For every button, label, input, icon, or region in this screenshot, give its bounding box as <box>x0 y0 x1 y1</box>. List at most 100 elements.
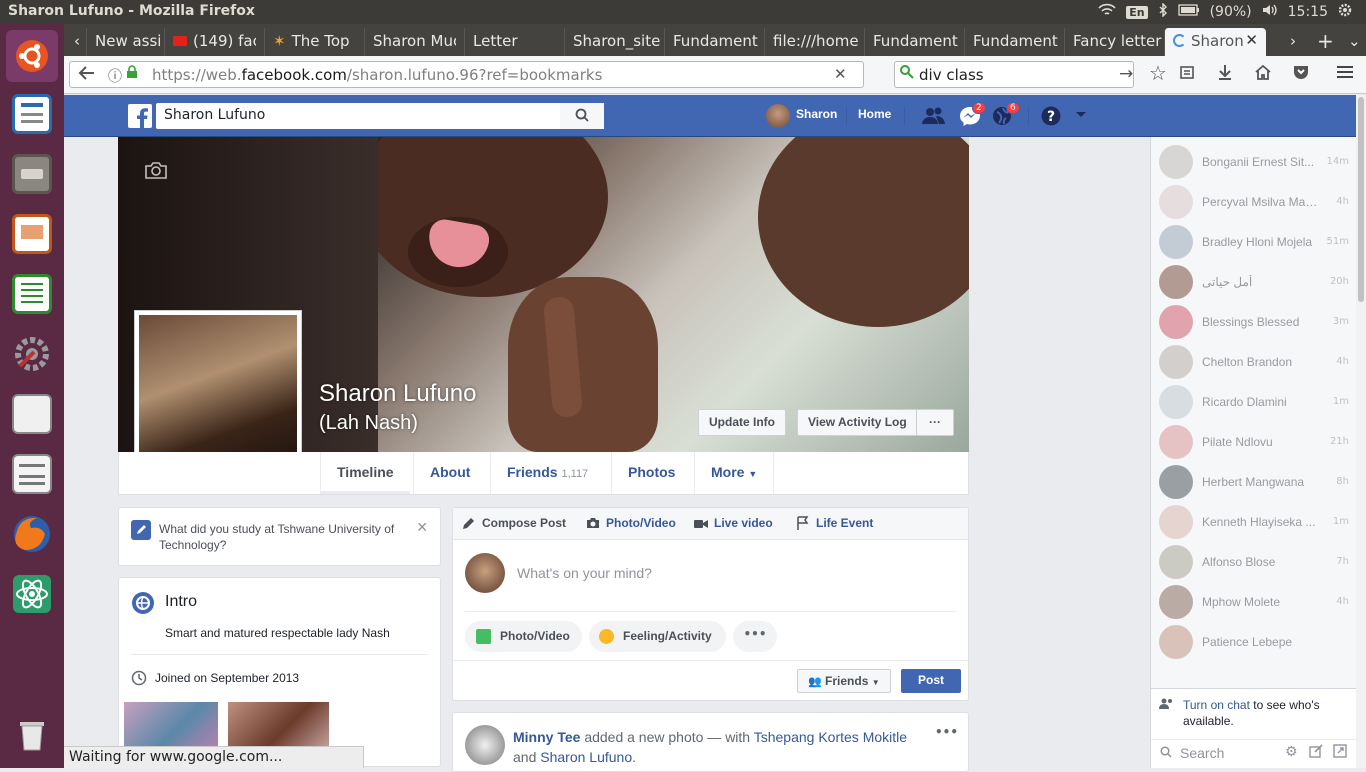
facebook-search-button[interactable] <box>560 103 604 129</box>
chat-contact[interactable]: Kenneth Hlayiseka ... 1m <box>1159 503 1349 543</box>
search-engine-icon[interactable] <box>899 64 915 85</box>
tab-more[interactable]: More ▼ <box>694 452 775 494</box>
volume-icon[interactable] <box>1262 3 1278 21</box>
pocket-icon[interactable] <box>1292 64 1310 85</box>
system-settings-icon[interactable] <box>6 328 58 380</box>
url-bar[interactable]: https://web.facebook.com/sharon.lufuno.9… <box>69 61 864 88</box>
friend-requests-icon[interactable] <box>922 107 946 128</box>
settings-gear-icon[interactable] <box>1338 3 1352 21</box>
status-input[interactable]: What's on your mind? <box>517 565 652 581</box>
text-editor-icon[interactable] <box>6 448 58 500</box>
padlock-icon[interactable] <box>126 64 138 84</box>
tab[interactable]: (149) fac <box>164 28 256 56</box>
wifi-icon[interactable] <box>1098 3 1116 21</box>
close-tab-icon[interactable]: ✕ <box>1245 31 1258 49</box>
chat-contact[interactable]: Pilate Ndlovu 21h <box>1159 423 1349 463</box>
bluetooth-icon[interactable] <box>1158 2 1168 21</box>
composer-more-button[interactable]: ••• <box>733 621 777 652</box>
more-options-button[interactable]: ··· <box>916 409 954 436</box>
scroll-tabs-right-icon[interactable]: › <box>1282 28 1302 56</box>
chat-contact[interactable]: Alfonso Blose 7h <box>1159 543 1349 583</box>
chat-contact[interactable]: Blessings Blessed 3m <box>1159 303 1349 343</box>
tab[interactable]: New assi <box>86 28 162 56</box>
battery-icon[interactable] <box>1177 4 1200 20</box>
tab-photos[interactable]: Photos <box>611 452 691 494</box>
facebook-search-input[interactable]: Sharon Lufuno <box>156 103 604 129</box>
bookmark-star-icon[interactable]: ☆ <box>1149 61 1167 85</box>
tab-friends[interactable]: Friends 1,117 <box>490 452 604 494</box>
update-info-button[interactable]: Update Info <box>698 409 786 436</box>
tagged-user[interactable]: Sharon Lufuno <box>540 749 632 765</box>
tab[interactable]: Sharon_site <box>564 28 664 56</box>
tab[interactable]: Fundament <box>864 28 964 56</box>
chat-search-input[interactable]: Search <box>1180 745 1224 761</box>
firefox-icon[interactable] <box>6 508 58 560</box>
search-bar[interactable]: div class <box>894 61 1134 88</box>
chat-contact[interactable]: Bradley Hloni Mojela 51m <box>1159 223 1349 263</box>
account-menu-dropdown-icon[interactable] <box>1075 108 1087 123</box>
close-icon[interactable]: ✕ <box>416 520 428 536</box>
study-prompt-text[interactable]: What did you study at Tshwane University… <box>159 521 409 553</box>
home-link[interactable]: Home <box>858 107 891 121</box>
post-author-avatar[interactable] <box>465 725 505 765</box>
chat-contact[interactable]: Ricardo Dlamini 1m <box>1159 383 1349 423</box>
life-event-tab[interactable]: Life Event <box>816 516 873 530</box>
downloads-icon[interactable] <box>1217 64 1233 85</box>
profile-link[interactable]: Sharon <box>796 107 837 121</box>
clear-url-icon[interactable]: ✕ <box>834 65 847 83</box>
tab-active[interactable]: Sharon ✕ <box>1164 28 1266 56</box>
chat-settings-gear-icon[interactable]: ⚙ <box>1285 744 1298 760</box>
facebook-logo-icon[interactable] <box>128 104 152 128</box>
new-tab-button[interactable]: + <box>1309 25 1333 53</box>
help-question-icon[interactable]: ? <box>1041 106 1061 129</box>
tab-about[interactable]: About <box>413 452 486 494</box>
clock[interactable]: 15:15 <box>1288 4 1328 20</box>
turn-on-chat-link[interactable]: Turn on chat <box>1183 698 1250 712</box>
compose-post-tab[interactable]: Compose Post <box>482 516 566 530</box>
tagged-user[interactable]: Tshepang Kortes Mokitle <box>754 729 907 745</box>
tab-list-dropdown-icon[interactable]: ⌄ <box>1340 28 1360 56</box>
chat-contact[interactable]: أمل حياتى 20h <box>1159 263 1349 303</box>
expand-chat-icon[interactable] <box>1333 744 1347 761</box>
chat-contact[interactable]: Chelton Brandon 4h <box>1159 343 1349 383</box>
tab[interactable]: file:///home <box>764 28 864 56</box>
home-icon[interactable] <box>1254 64 1272 85</box>
libreoffice-icon[interactable] <box>6 388 58 440</box>
post-options-icon[interactable]: ••• <box>935 725 958 739</box>
feeling-activity-button[interactable]: Feeling/Activity <box>589 621 726 652</box>
tab[interactable]: Fundament <box>964 28 1064 56</box>
back-arrow-icon[interactable] <box>78 64 96 87</box>
trash-icon[interactable] <box>6 708 58 760</box>
photo-video-tab[interactable]: Photo/Video <box>606 516 676 530</box>
live-video-tab[interactable]: Live video <box>714 516 773 530</box>
camera-icon[interactable] <box>144 161 168 182</box>
hamburger-menu-icon[interactable] <box>1336 64 1354 85</box>
scroll-tabs-left-icon[interactable]: ‹ <box>66 28 82 56</box>
post-author[interactable]: Minny Tee <box>513 729 580 745</box>
atom-editor-icon[interactable] <box>6 568 58 620</box>
view-activity-log-button[interactable]: View Activity Log <box>797 409 918 436</box>
tab[interactable]: Fundament <box>664 28 764 56</box>
tab[interactable]: Sharon Muc <box>364 28 456 56</box>
tab-timeline[interactable]: Timeline <box>320 452 410 494</box>
tab[interactable]: Letter <box>464 28 564 56</box>
reading-list-icon[interactable] <box>1179 64 1195 85</box>
keyboard-language-indicator[interactable]: En <box>1126 5 1148 19</box>
search-go-arrow-icon[interactable]: → <box>1119 64 1133 84</box>
chat-contact[interactable]: Mphow Molete 4h <box>1159 583 1349 623</box>
chat-contact[interactable]: Patience Lebepe <box>1159 623 1349 663</box>
new-message-icon[interactable] <box>1309 744 1323 761</box>
libreoffice-writer-icon[interactable] <box>6 88 58 140</box>
dash-home-icon[interactable] <box>6 30 58 82</box>
audience-selector[interactable]: 👥 Friends ▼ <box>797 669 891 693</box>
site-info-icon[interactable]: ⓘ <box>108 66 122 86</box>
file-manager-icon[interactable] <box>6 148 58 200</box>
user-avatar[interactable] <box>766 104 790 128</box>
libreoffice-impress-icon[interactable] <box>6 208 58 260</box>
tab[interactable]: ✶ The Top <box>264 28 356 56</box>
chat-contact[interactable]: Bonganii Ernest Sit... 14m <box>1159 143 1349 183</box>
post-button[interactable]: Post <box>901 669 961 693</box>
page-scrollbar[interactable] <box>1356 95 1366 768</box>
photo-video-button[interactable]: Photo/Video <box>465 621 582 652</box>
libreoffice-calc-icon[interactable] <box>6 268 58 320</box>
